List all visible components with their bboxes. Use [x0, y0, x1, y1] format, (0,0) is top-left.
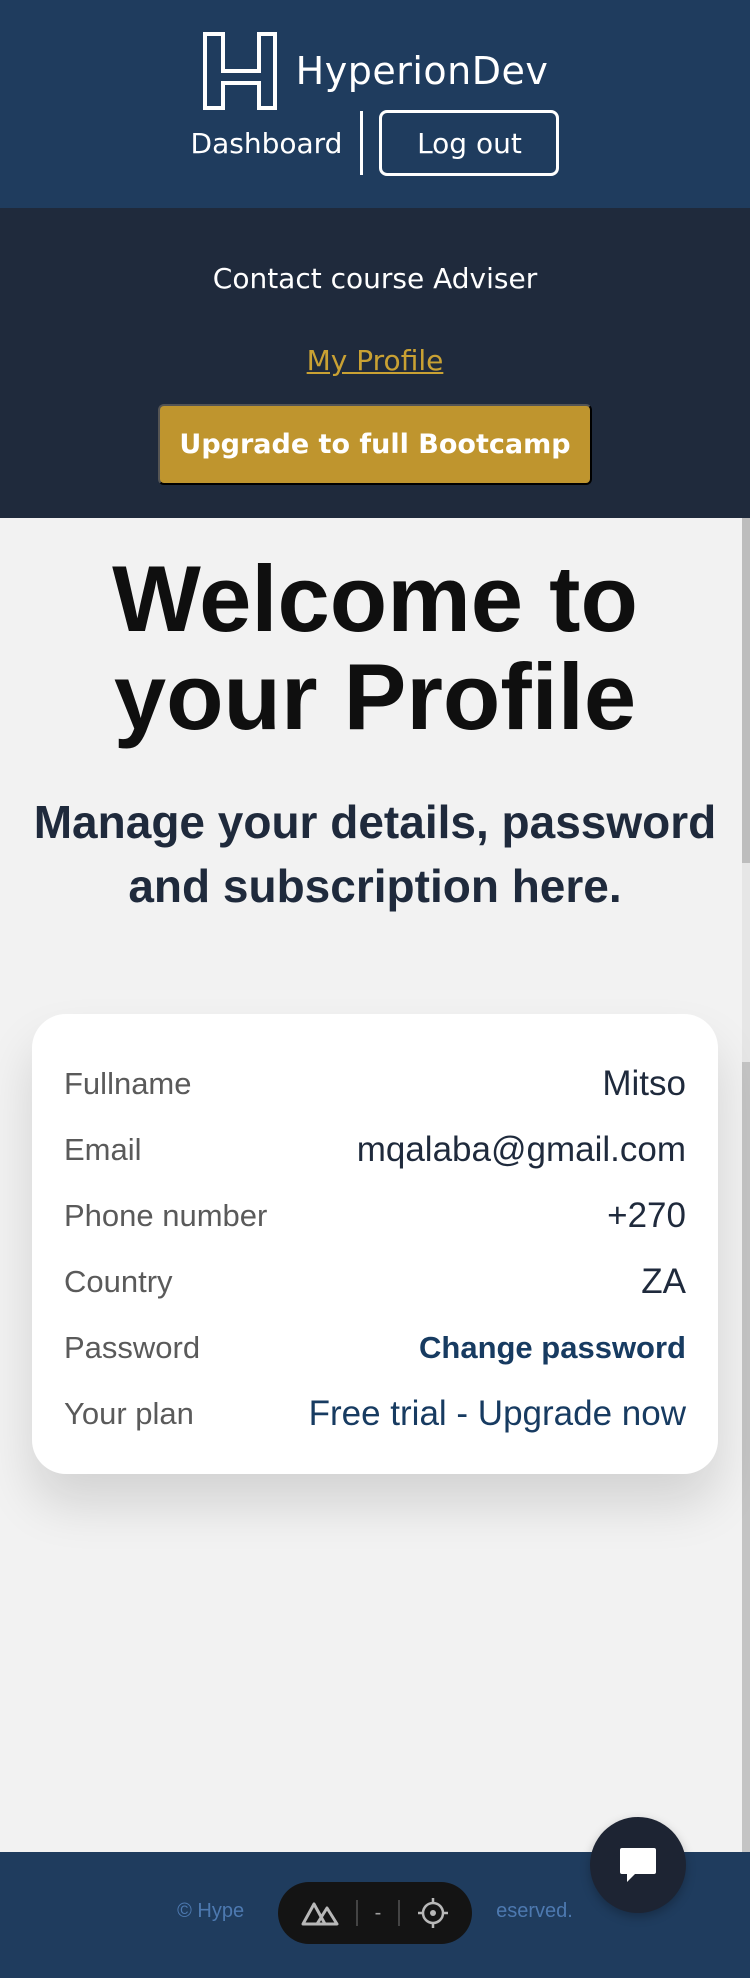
phone-value: +270	[607, 1196, 686, 1235]
devtools-separator	[355, 1900, 358, 1926]
devtools-status: -	[374, 1901, 382, 1924]
my-profile-link[interactable]: My Profile	[0, 344, 750, 377]
profile-row-email: Email mqalaba@gmail.com	[64, 1117, 686, 1183]
profile-row-phone: Phone number +270	[64, 1183, 686, 1249]
nav-dashboard-link[interactable]: Dashboard	[191, 127, 343, 160]
brand-logo[interactable]: HyperionDev	[0, 30, 750, 112]
logout-button[interactable]: Log out	[379, 110, 560, 176]
fullname-label: Fullname	[64, 1066, 192, 1101]
page-title-line-2: your Profile	[113, 644, 637, 749]
password-label: Password	[64, 1330, 201, 1365]
profile-row-plan: Your plan Free trial - Upgrade now	[64, 1381, 686, 1447]
footer-copyright-left: © Hype	[177, 1900, 245, 1922]
page-subtitle-line-1: Manage your details, password	[33, 796, 717, 848]
page-subtitle-line-2: and subscription here.	[128, 860, 622, 912]
site-header: HyperionDev Dashboard Log out	[0, 0, 750, 208]
fullname-value: Mitso	[602, 1064, 686, 1103]
page-subtitle: Manage your details, password and subscr…	[30, 790, 720, 918]
page-title-line-1: Welcome to	[112, 546, 638, 651]
devtools-toolbar[interactable]: -	[278, 1882, 472, 1944]
country-value: ZA	[641, 1262, 686, 1301]
email-label: Email	[64, 1132, 142, 1167]
nuxt-icon[interactable]	[301, 1900, 339, 1926]
footer-copyright-right: eserved.	[496, 1900, 573, 1922]
profile-details-card: Fullname Mitso Email mqalaba@gmail.com P…	[32, 1014, 718, 1474]
country-label: Country	[64, 1264, 173, 1299]
phone-label: Phone number	[64, 1198, 268, 1233]
profile-row-password: Password Change password	[64, 1315, 686, 1381]
brand-name: HyperionDev	[295, 49, 549, 93]
chat-button[interactable]	[590, 1817, 686, 1913]
plan-label: Your plan	[64, 1396, 194, 1431]
upgrade-bootcamp-button[interactable]: Upgrade to full Bootcamp	[158, 404, 592, 485]
plan-upgrade-link[interactable]: Free trial - Upgrade now	[309, 1394, 686, 1434]
scrollbar-thumb-secondary[interactable]	[742, 1062, 750, 1852]
scrollbar-thumb[interactable]	[742, 518, 750, 863]
profile-row-fullname: Fullname Mitso	[64, 1051, 686, 1117]
crosshair-icon[interactable]	[417, 1897, 449, 1929]
change-password-link[interactable]: Change password	[419, 1330, 686, 1366]
nav-divider	[360, 111, 364, 175]
profile-row-country: Country ZA	[64, 1249, 686, 1315]
hyperiondev-logo-icon	[202, 32, 277, 110]
email-value: mqalaba@gmail.com	[356, 1130, 686, 1169]
page-title: Welcome to your Profile	[40, 550, 710, 746]
devtools-separator	[398, 1900, 401, 1926]
chat-bubble-icon	[620, 1848, 656, 1882]
contact-adviser-link[interactable]: Contact course Adviser	[0, 262, 750, 295]
top-nav: Dashboard Log out	[0, 108, 750, 178]
